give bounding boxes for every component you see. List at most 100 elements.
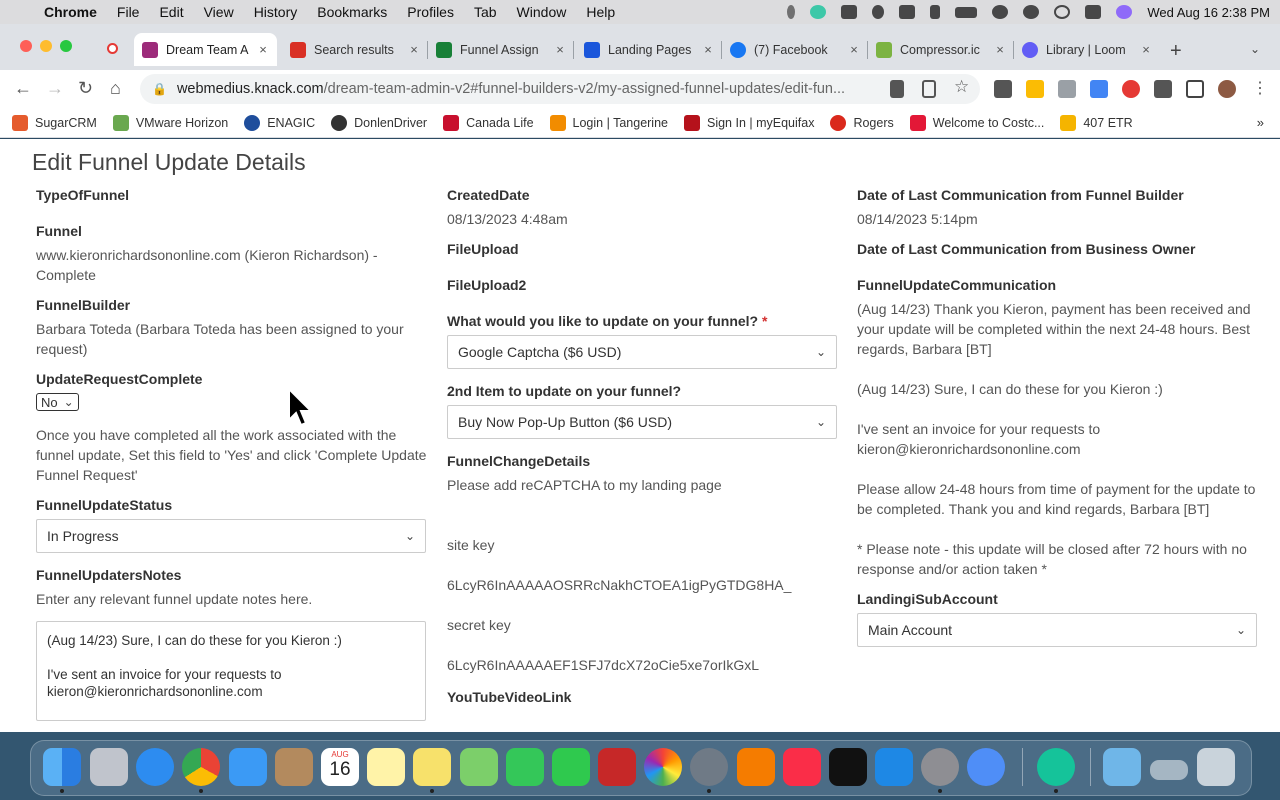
vpn-app-icon[interactable]: [967, 748, 1005, 786]
update-item-select[interactable]: Google Captcha ($6 USD) ⌄: [447, 335, 837, 369]
profile-avatar[interactable]: [1218, 80, 1236, 98]
grammarly-icon[interactable]: [810, 5, 827, 19]
menu-edit[interactable]: Edit: [159, 4, 183, 20]
menubar-clock[interactable]: Wed Aug 16 2:38 PM: [1147, 5, 1270, 20]
menu-view[interactable]: View: [204, 4, 234, 20]
time-machine-icon[interactable]: [1023, 5, 1040, 19]
spotlight-search-icon[interactable]: [1054, 5, 1071, 19]
tab-search-chevron-icon[interactable]: ⌄: [1250, 42, 1260, 56]
trash-icon[interactable]: [1197, 748, 1235, 786]
close-tab-icon[interactable]: ×: [406, 42, 422, 57]
close-tab-icon[interactable]: ×: [992, 42, 1008, 57]
bookmark-enagic[interactable]: ENAGIC: [244, 114, 315, 131]
second-item-select[interactable]: Buy Now Pop-Up Button ($6 USD) ⌄: [447, 405, 837, 439]
close-tab-icon[interactable]: ×: [700, 42, 716, 57]
update-request-complete-select[interactable]: No ⌄: [36, 393, 79, 411]
menu-window[interactable]: Window: [517, 4, 567, 20]
landingi-sub-account-select[interactable]: Main Account ⌄: [857, 613, 1257, 647]
bookmark-tangerine[interactable]: Login | Tangerine: [549, 114, 668, 131]
app-store-icon[interactable]: [875, 748, 913, 786]
menu-tab[interactable]: Tab: [474, 4, 497, 20]
apple-tv-icon[interactable]: [829, 748, 867, 786]
tab-landing-pages[interactable]: Landing Pages ×: [576, 33, 722, 66]
tab-loom-library[interactable]: Library | Loom ×: [1014, 33, 1160, 66]
volume-icon[interactable]: [899, 5, 916, 19]
extensions-puzzle-icon[interactable]: [1154, 80, 1172, 98]
tab-facebook[interactable]: (7) Facebook ×: [722, 33, 868, 66]
photos-icon[interactable]: [644, 748, 682, 786]
bookmark-canada-life[interactable]: Canada Life: [443, 114, 534, 131]
safari-icon[interactable]: [136, 748, 174, 786]
quicktime-icon[interactable]: [690, 748, 728, 786]
tab-gmail-search[interactable]: Search results ×: [282, 33, 428, 66]
reload-button[interactable]: ↻: [78, 78, 93, 99]
color-picker-icon[interactable]: [1122, 80, 1140, 98]
share-icon[interactable]: [922, 80, 936, 98]
maps-icon[interactable]: [460, 748, 498, 786]
home-button[interactable]: ⌂: [110, 78, 121, 99]
photo-booth-icon[interactable]: [598, 748, 636, 786]
google-drive-icon[interactable]: [1026, 80, 1044, 98]
control-center-icon[interactable]: [1085, 5, 1102, 19]
funnel-updaters-notes-textarea[interactable]: (Aug 14/23) Sure, I can do these for you…: [36, 621, 426, 721]
siri-icon[interactable]: [1116, 5, 1133, 19]
finder-icon[interactable]: [43, 748, 81, 786]
funnel-update-status-select[interactable]: In Progress ⌄: [36, 519, 426, 553]
close-tab-icon[interactable]: ×: [255, 42, 271, 57]
chrome-menu-icon[interactable]: ⋮: [1252, 78, 1268, 98]
address-bar[interactable]: 🔒 webmedius.knack.com /dream-team-admin-…: [140, 74, 980, 104]
key-icon[interactable]: [890, 80, 904, 98]
bookmarks-overflow-icon[interactable]: »: [1257, 115, 1264, 130]
facetime-icon[interactable]: [552, 748, 590, 786]
vpn-icon[interactable]: [841, 5, 858, 19]
downloads-folder-icon[interactable]: [1103, 748, 1141, 786]
system-settings-icon[interactable]: [921, 748, 959, 786]
menu-history[interactable]: History: [254, 4, 298, 20]
bookmark-star-icon[interactable]: ☆: [954, 77, 972, 96]
forward-button[interactable]: →: [46, 78, 64, 99]
tab-dream-team[interactable]: Dream Team A ×: [134, 33, 277, 66]
menu-app-name[interactable]: Chrome: [44, 4, 97, 20]
bookmark-vmware[interactable]: VMware Horizon: [112, 114, 228, 131]
stickies-icon[interactable]: [413, 748, 451, 786]
side-panel-icon[interactable]: [1186, 80, 1204, 98]
chrome-icon[interactable]: [182, 748, 220, 786]
extension-qr-icon[interactable]: [994, 80, 1012, 98]
messages-icon[interactable]: [506, 748, 544, 786]
calendar-icon[interactable]: AUG 16: [321, 748, 359, 786]
back-button[interactable]: ←: [14, 78, 32, 99]
bookmark-costco[interactable]: Welcome to Costc...: [909, 114, 1044, 131]
code-extension-icon[interactable]: [1058, 80, 1076, 98]
bluetooth-icon[interactable]: [930, 5, 941, 19]
minimize-window-button[interactable]: [40, 40, 52, 52]
close-window-button[interactable]: [20, 40, 32, 52]
zoom-window-button[interactable]: [60, 40, 72, 52]
battery-icon[interactable]: [955, 6, 978, 18]
tab-funnel-assign[interactable]: Funnel Assign ×: [428, 33, 574, 66]
menu-file[interactable]: File: [117, 4, 140, 20]
grammarly-desktop-icon[interactable]: [1037, 748, 1075, 786]
bookmark-407-etr[interactable]: 407 ETR: [1060, 114, 1133, 131]
bookmark-equifax[interactable]: Sign In | myEquifax: [683, 114, 814, 131]
mail-icon[interactable]: [229, 748, 267, 786]
bookmark-sugarcrm[interactable]: SugarCRM: [12, 114, 97, 131]
bookmark-donlen[interactable]: DonlenDriver: [331, 114, 427, 131]
wifi-icon[interactable]: [992, 5, 1009, 19]
bookmark-rogers[interactable]: Rogers: [830, 114, 894, 131]
launchpad-icon[interactable]: [90, 748, 128, 786]
music-icon[interactable]: [783, 748, 821, 786]
books-icon[interactable]: [737, 748, 775, 786]
tab-compressor[interactable]: Compressor.ic ×: [868, 33, 1014, 66]
new-tab-button[interactable]: +: [1170, 40, 1182, 63]
close-tab-icon[interactable]: ×: [1138, 42, 1154, 57]
menu-profiles[interactable]: Profiles: [407, 4, 454, 20]
lock-icon[interactable]: 🔒: [152, 82, 167, 96]
close-tab-icon[interactable]: ×: [552, 42, 568, 57]
menu-bookmarks[interactable]: Bookmarks: [317, 4, 387, 20]
microphone-icon[interactable]: [787, 5, 796, 19]
moon-icon[interactable]: [872, 5, 885, 19]
extension-blue-icon[interactable]: [1090, 80, 1108, 98]
close-tab-icon[interactable]: ×: [846, 42, 862, 57]
menu-help[interactable]: Help: [586, 4, 615, 20]
contacts-icon[interactable]: [275, 748, 313, 786]
